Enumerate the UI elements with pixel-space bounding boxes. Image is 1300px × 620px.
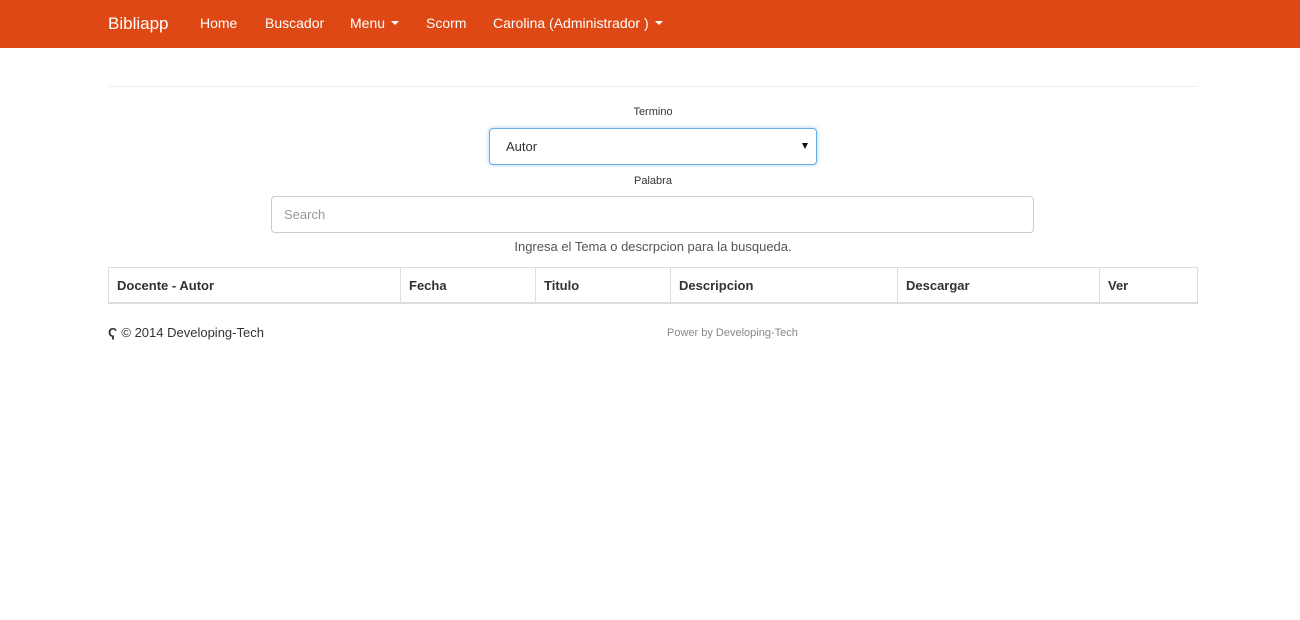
caret-down-icon xyxy=(391,21,400,26)
nav-user-dropdown[interactable]: Carolina (Administrador ) xyxy=(493,0,663,48)
nav-home-label: Home xyxy=(200,15,238,31)
nav-scorm[interactable]: Scorm xyxy=(426,0,466,48)
palabra-label: Palabra xyxy=(634,175,672,187)
footer-copyright: Ҁ © 2014 Developing-Tech xyxy=(108,325,264,340)
dropdown-arrow-icon xyxy=(802,143,808,149)
results-table: Docente - Autor Fecha Titulo Descripcion… xyxy=(108,267,1198,304)
termino-label: Termino xyxy=(633,106,673,118)
search-input[interactable] xyxy=(271,196,1034,233)
help-text: Ingresa el Tema o descrpcion para la bus… xyxy=(514,239,792,254)
column-header-fecha: Fecha xyxy=(401,268,536,303)
nav-buscador[interactable]: Buscador xyxy=(265,0,324,48)
column-header-ver: Ver xyxy=(1108,278,1129,293)
column-header-docente-autor: Docente - Autor xyxy=(109,268,401,303)
top-navbar: Bibliapp Home Buscador Menu Scorm Caroli… xyxy=(0,0,1300,48)
termino-select-value: Autor xyxy=(506,139,538,154)
divider xyxy=(108,86,1198,87)
termino-select[interactable]: Autor xyxy=(489,128,817,165)
brand-link[interactable]: Bibliapp xyxy=(108,0,169,48)
nav-menu-dropdown[interactable]: Menu xyxy=(350,0,400,48)
nav-scorm-label: Scorm xyxy=(426,15,467,31)
copyright-text: © 2014 Developing-Tech xyxy=(121,325,264,340)
logo-icon: Ҁ xyxy=(108,325,118,340)
column-header-descargar: Descargar xyxy=(898,268,1100,303)
nav-menu-label: Menu xyxy=(350,15,386,31)
nav-home[interactable]: Home xyxy=(200,0,237,48)
column-header-descripcion: Descripcion xyxy=(671,268,898,303)
footer-power: Power by Developing-Tech xyxy=(667,327,798,339)
nav-user-label: Carolina (Administrador ) xyxy=(493,15,649,31)
caret-down-icon xyxy=(654,21,663,26)
nav-buscador-label: Buscador xyxy=(265,15,325,31)
column-header-titulo: Titulo xyxy=(536,268,671,303)
